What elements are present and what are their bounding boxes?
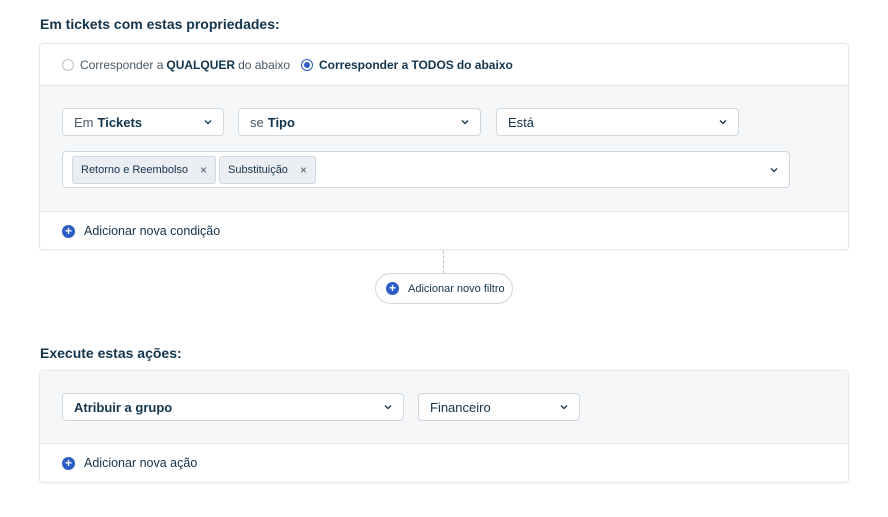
add-filter-label: Adicionar novo filtro — [408, 282, 505, 295]
value-tag: Substituição × — [219, 156, 316, 184]
add-filter-button[interactable]: + Adicionar novo filtro — [375, 273, 513, 304]
actions-card: Atribuir a grupo Financeiro + Adicionar … — [39, 370, 849, 483]
action-select[interactable]: Atribuir a grupo — [62, 393, 404, 421]
remove-tag-icon[interactable]: × — [300, 163, 307, 177]
entity-select-prefix: Em — [74, 114, 94, 130]
action-select-value: Atribuir a grupo — [74, 399, 173, 415]
match-all-radio[interactable]: Corresponder a TODOS do abaixo — [301, 58, 513, 72]
match-any-keyword: QUALQUER — [166, 58, 236, 72]
field-select-value: Tipo — [267, 114, 295, 130]
field-select-prefix: se — [250, 114, 264, 130]
match-all-keyword: TODOS — [411, 58, 454, 72]
field-select[interactable]: se Tipo — [238, 108, 481, 136]
plus-circle-icon: + — [62, 456, 75, 470]
action-row: Atribuir a grupo Financeiro — [40, 371, 848, 444]
entity-select[interactable]: Em Tickets — [62, 108, 224, 136]
add-condition-button[interactable]: + Adicionar nova condição — [62, 224, 220, 238]
chevron-down-icon — [560, 405, 568, 410]
plus-circle-icon: + — [386, 282, 399, 295]
match-all-prefix: Corresponder a — [319, 58, 409, 72]
chevron-down-icon — [384, 405, 392, 410]
value-multiselect[interactable]: Retorno e Reembolso × Substituição × — [62, 151, 790, 188]
plus-circle-icon: + — [62, 224, 75, 238]
match-all-suffix: do abaixo — [456, 58, 513, 72]
group-select[interactable]: Financeiro — [418, 393, 580, 421]
value-tag: Retorno e Reembolso × — [72, 156, 217, 184]
chevron-down-icon[interactable] — [770, 166, 778, 174]
value-tag-label: Retorno e Reembolso — [81, 164, 189, 176]
radio-checked-icon — [301, 59, 313, 71]
add-action-label: Adicionar nova ação — [84, 456, 198, 470]
filter-connector-line — [443, 251, 444, 273]
operator-select-value: Está — [508, 114, 535, 130]
add-action-button[interactable]: + Adicionar nova ação — [62, 456, 197, 470]
radio-unchecked-icon — [62, 59, 74, 71]
entity-select-value: Tickets — [97, 114, 143, 130]
chevron-down-icon — [719, 120, 727, 125]
match-mode-row: Corresponder a QUALQUER do abaixo Corres… — [40, 44, 848, 86]
actions-section-title: Execute estas ações: — [40, 345, 182, 361]
chevron-down-icon — [461, 120, 469, 125]
conditions-section-title: Em tickets com estas propriedades: — [40, 16, 280, 32]
match-any-suffix: do abaixo — [238, 58, 291, 72]
remove-tag-icon[interactable]: × — [200, 163, 207, 177]
condition-row: Em Tickets se Tipo Está Retorno e Reembo… — [40, 86, 848, 212]
group-select-value: Financeiro — [430, 399, 491, 415]
conditions-card: Corresponder a QUALQUER do abaixo Corres… — [39, 43, 849, 250]
add-condition-label: Adicionar nova condição — [84, 224, 221, 238]
chevron-down-icon — [204, 120, 212, 125]
operator-select[interactable]: Está — [496, 108, 739, 136]
match-any-prefix: Corresponder a — [80, 58, 164, 72]
match-any-radio[interactable]: Corresponder a QUALQUER do abaixo — [62, 58, 290, 72]
value-tag-label: Substituição — [228, 164, 288, 176]
